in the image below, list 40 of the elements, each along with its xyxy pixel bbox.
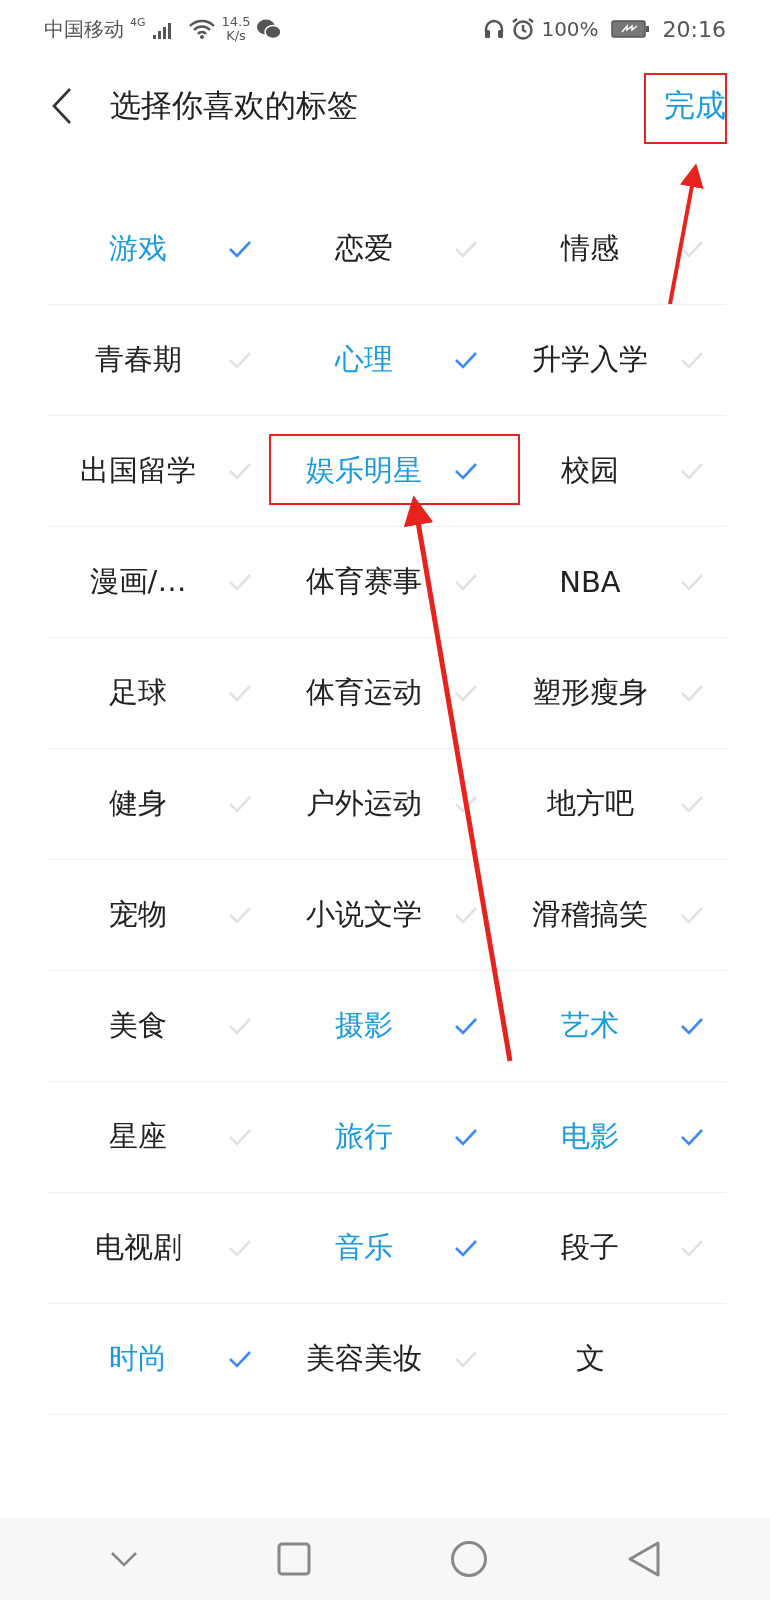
tag-option[interactable]: 足球 bbox=[48, 673, 228, 713]
speed-value: 14.5 bbox=[221, 15, 251, 29]
tag-option[interactable]: 小说文学 bbox=[274, 895, 454, 935]
tag-option[interactable]: 塑形瘦身 bbox=[500, 673, 680, 713]
tag-option[interactable]: 美食 bbox=[48, 1006, 228, 1046]
tag-option[interactable]: 情感 bbox=[500, 229, 680, 269]
tag-option[interactable]: 宠物 bbox=[48, 895, 228, 935]
tag-option[interactable]: 出国留学 bbox=[48, 451, 228, 491]
tag-option[interactable]: 电视剧 bbox=[48, 1228, 228, 1268]
alarm-icon bbox=[511, 17, 536, 41]
tag-option[interactable]: 星座 bbox=[48, 1117, 228, 1157]
tag-option[interactable]: 健身 bbox=[48, 784, 228, 824]
tag-option[interactable]: 青春期 bbox=[48, 340, 228, 380]
tag-option[interactable]: 滑稽搞笑 bbox=[500, 895, 680, 935]
tag-option[interactable]: 漫画/… bbox=[48, 562, 228, 602]
tag-option[interactable]: 地方吧 bbox=[500, 784, 680, 824]
tag-option[interactable]: 体育运动 bbox=[274, 673, 454, 713]
tag-option[interactable]: 段子 bbox=[500, 1228, 680, 1268]
wifi-icon bbox=[187, 18, 216, 40]
battery-icon bbox=[610, 19, 651, 39]
tag-option[interactable]: 户外运动 bbox=[274, 784, 454, 824]
headphones-icon bbox=[483, 18, 506, 40]
carrier-name: 中国移动 bbox=[44, 15, 124, 43]
battery-percent: 100% bbox=[541, 17, 599, 41]
tag-option[interactable]: 校园 bbox=[500, 451, 680, 491]
tag-option[interactable]: 恋爱 bbox=[274, 229, 454, 269]
collapse-icon[interactable] bbox=[109, 1551, 138, 1567]
tag-option[interactable]: 体育赛事 bbox=[274, 562, 454, 602]
tag-option[interactable]: NBA bbox=[500, 565, 680, 599]
back-icon[interactable] bbox=[626, 1541, 661, 1577]
network-type: 4G bbox=[130, 16, 146, 29]
recents-icon[interactable] bbox=[276, 1542, 311, 1576]
tag-option[interactable]: 升学入学 bbox=[500, 340, 680, 380]
home-icon[interactable] bbox=[449, 1540, 488, 1578]
tag-option[interactable]: 文 bbox=[500, 1339, 680, 1379]
chat-bubbles-icon bbox=[256, 18, 283, 40]
tag-option[interactable]: 美容美妆 bbox=[274, 1339, 454, 1379]
page-title: 选择你喜欢的标签 bbox=[110, 86, 359, 125]
speed-unit: K/s bbox=[226, 29, 246, 43]
clock-time: 20:16 bbox=[662, 16, 726, 42]
